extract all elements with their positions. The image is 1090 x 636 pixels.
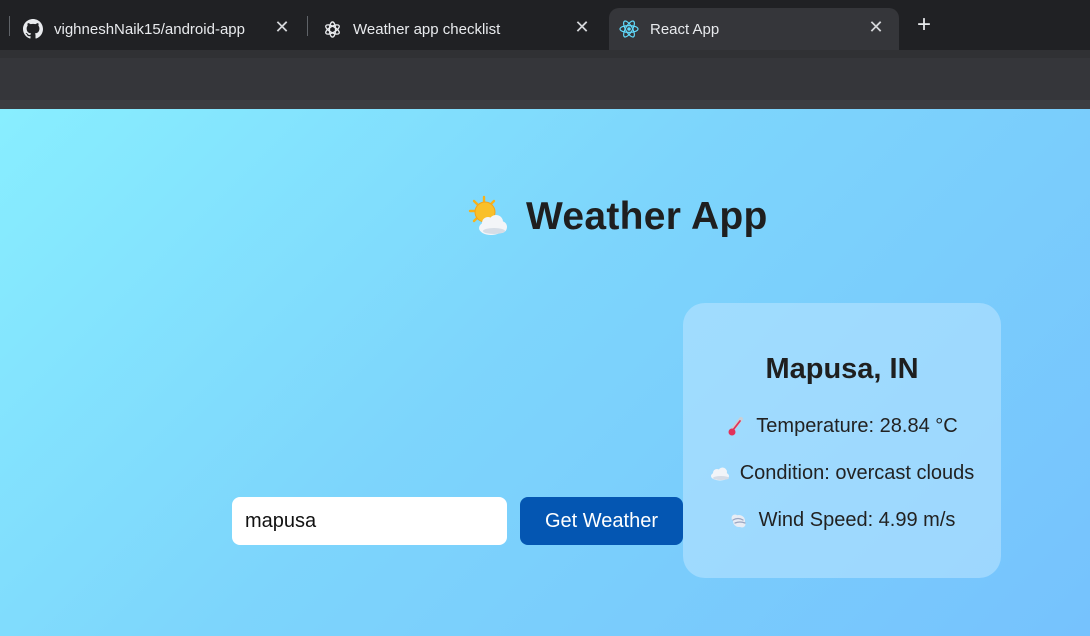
tab-github[interactable]: vighneshNaik15/android-app ✕ [10,8,305,50]
tab-react-app[interactable]: React App ✕ [609,8,899,50]
condition-row: Condition: overcast clouds [683,462,1001,485]
city-search-input[interactable] [232,497,507,545]
close-tab-icon[interactable]: ✕ [573,18,591,36]
weather-result-card: Mapusa, IN Temperature: 28.84 °C Conditi… [683,303,1001,578]
tab-title: vighneshNaik15/android-app [54,20,245,38]
tab-weather-checklist[interactable]: Weather app checklist ✕ [308,8,605,50]
temperature-text: Temperature: 28.84 °C [756,415,958,437]
get-weather-button[interactable]: Get Weather [520,497,683,545]
close-tab-icon[interactable]: ✕ [273,18,291,36]
tab-title: React App [650,20,720,38]
chatgpt-icon [322,19,342,39]
close-tab-icon[interactable]: ✕ [867,18,885,36]
temperature-row: Temperature: 28.84 °C [683,415,1001,438]
github-icon [23,19,43,39]
app-header: Weather App [466,195,768,239]
wind-text: Wind Speed: 4.99 m/s [758,509,956,531]
condition-text: Condition: overcast clouds [739,462,975,484]
new-tab-button[interactable]: + [912,13,936,38]
sun-behind-cloud-icon [466,195,510,239]
weather-app-page: Weather App Get Weather Mapusa, IN Tempe… [0,109,1090,636]
browser-tab-strip: vighneshNaik15/android-app ✕ Weather app… [0,0,1090,50]
toolbar-divider [0,100,1090,109]
page-title: Weather App [526,195,768,238]
wind-row: Wind Speed: 4.99 m/s [683,509,1001,532]
wind-icon [729,511,749,531]
cloud-icon [710,464,730,484]
location-heading: Mapusa, IN [765,353,919,385]
react-icon [619,19,639,39]
tab-title: Weather app checklist [353,20,501,38]
thermometer-icon [726,416,746,437]
